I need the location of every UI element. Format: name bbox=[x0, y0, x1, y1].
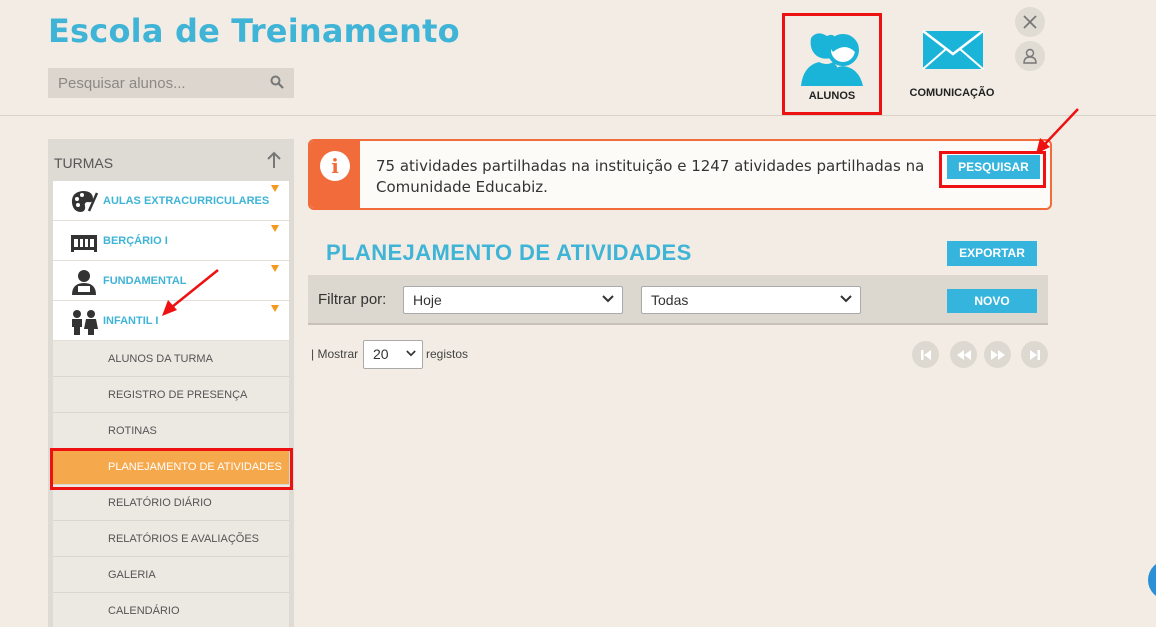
search-icon[interactable] bbox=[270, 75, 284, 94]
sidebar-subitem[interactable]: GALERIA bbox=[53, 557, 289, 593]
page-size-value: 20 bbox=[373, 346, 389, 362]
nav-comunicacao[interactable]: COMUNICAÇÃO bbox=[904, 30, 1000, 102]
export-button[interactable]: EXPORTAR bbox=[947, 241, 1037, 266]
search-activities-button[interactable]: PESQUISAR bbox=[947, 155, 1040, 179]
user-icon bbox=[1023, 48, 1037, 64]
new-button[interactable]: NOVO bbox=[947, 289, 1037, 313]
students-icon bbox=[801, 33, 863, 86]
sidebar-group-label: FUNDAMENTAL bbox=[103, 275, 187, 287]
filter-type-value: Todas bbox=[651, 292, 689, 308]
info-icon-box: i bbox=[310, 141, 360, 208]
sidebar-group-infantil[interactable]: INFANTIL I bbox=[53, 301, 289, 341]
nav-comunicacao-label: COMUNICAÇÃO bbox=[909, 87, 995, 99]
next-page-button[interactable] bbox=[984, 341, 1011, 368]
help-chat-button[interactable] bbox=[1148, 560, 1156, 600]
sidebar-subitem[interactable]: RELATÓRIOS E AVALIAÇÕES bbox=[53, 521, 289, 557]
last-page-button[interactable] bbox=[1021, 341, 1048, 368]
info-text: 75 atividades partilhadas na instituição… bbox=[376, 157, 925, 196]
filter-label: Filtrar por: bbox=[318, 291, 387, 308]
first-page-icon bbox=[920, 349, 931, 360]
info-icon: i bbox=[320, 151, 350, 181]
palette-icon bbox=[71, 191, 99, 212]
sidebar-group-label: INFANTIL I bbox=[103, 315, 159, 327]
chevron-down-icon bbox=[406, 350, 416, 357]
sidebar-group-aulas[interactable]: AULAS EXTRACURRICULARES bbox=[53, 181, 289, 221]
close-button[interactable] bbox=[1015, 7, 1045, 37]
search-box[interactable] bbox=[48, 68, 294, 98]
crib-icon bbox=[71, 235, 97, 252]
rewind-icon bbox=[956, 349, 971, 360]
records-label: registos bbox=[426, 347, 469, 361]
sidebar-group-label: BERÇÁRIO I bbox=[103, 235, 168, 247]
filter-bar: Filtrar por: Hoje Todas bbox=[308, 275, 1048, 325]
caret-down-icon[interactable] bbox=[271, 185, 279, 192]
children-icon bbox=[72, 310, 98, 335]
show-label: | Mostrar bbox=[311, 347, 359, 361]
sidebar-subitem[interactable]: ROTINAS bbox=[53, 413, 289, 449]
app-title: Escola de Treinamento bbox=[48, 12, 460, 50]
close-icon bbox=[1023, 15, 1037, 29]
sidebar-group-fundamental[interactable]: FUNDAMENTAL bbox=[53, 261, 289, 301]
sidebar-subitem[interactable]: REGISTRO DE PRESENÇA bbox=[53, 377, 289, 413]
sidebar-subitem[interactable]: RELATÓRIO DIÁRIO bbox=[53, 485, 289, 521]
header-divider bbox=[0, 115, 1156, 116]
arrow-up-icon[interactable] bbox=[266, 151, 282, 174]
sidebar-group-label: AULAS EXTRACURRICULARES bbox=[103, 195, 270, 207]
sidebar-group-bercario[interactable]: BERÇÁRIO I bbox=[53, 221, 289, 261]
filter-date-value: Hoje bbox=[413, 292, 442, 308]
page-title: PLANEJAMENTO DE ATIVIDADES bbox=[326, 240, 692, 265]
fast-forward-icon bbox=[990, 349, 1005, 360]
sidebar-subitem[interactable]: CALENDÁRIO bbox=[53, 593, 289, 627]
student-icon bbox=[72, 270, 96, 295]
filter-type-select[interactable]: Todas bbox=[641, 286, 861, 314]
caret-down-icon[interactable] bbox=[271, 305, 279, 312]
envelope-icon bbox=[922, 30, 984, 70]
caret-down-icon[interactable] bbox=[271, 265, 279, 272]
previous-page-button[interactable] bbox=[950, 341, 977, 368]
last-page-icon bbox=[1029, 349, 1040, 360]
nav-alunos[interactable]: ALUNOS bbox=[782, 13, 882, 115]
filter-date-select[interactable]: Hoje bbox=[403, 286, 623, 314]
sidebar-title: TURMAS bbox=[54, 155, 114, 171]
page-size-select[interactable]: 20 bbox=[363, 340, 423, 369]
search-input[interactable] bbox=[48, 68, 294, 98]
sidebar: TURMAS AULAS EXTRACURRICULARES BERÇÁRIO … bbox=[48, 139, 294, 627]
highlight-box bbox=[50, 448, 293, 490]
sidebar-subitem[interactable]: ALUNOS DA TURMA bbox=[53, 341, 289, 377]
chevron-down-icon bbox=[840, 295, 852, 303]
caret-down-icon[interactable] bbox=[271, 225, 279, 232]
user-button[interactable] bbox=[1015, 41, 1045, 71]
chevron-down-icon bbox=[602, 295, 614, 303]
nav-alunos-label: ALUNOS bbox=[808, 90, 856, 102]
first-page-button[interactable] bbox=[912, 341, 939, 368]
